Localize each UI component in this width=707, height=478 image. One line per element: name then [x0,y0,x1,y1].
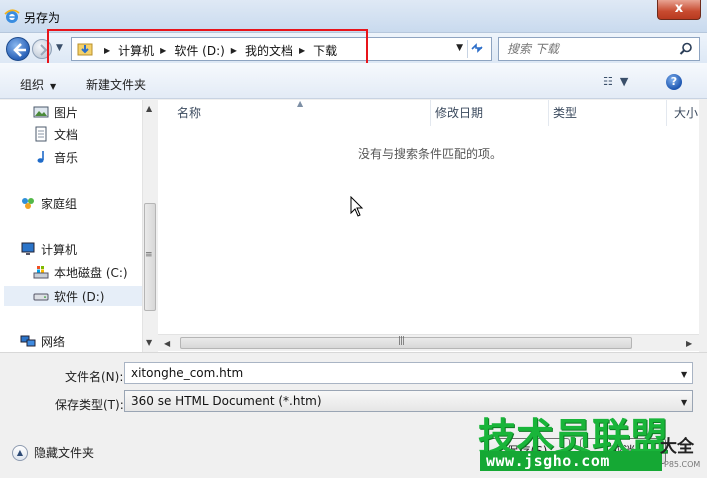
filename-input[interactable] [124,362,693,384]
nav-item-drive-d[interactable]: 软件 (D:) [4,286,142,306]
save-type-dropdown-icon[interactable]: ▼ [681,398,687,407]
nav-item-label: 计算机 [41,242,78,257]
nav-item-label: 软件 (D:) [54,289,105,304]
address-bar[interactable]: ▶ 计算机 ▶ 软件 (D:) ▶ 我的文档 ▶ 下载 ▼ [71,37,492,61]
new-folder-button[interactable]: 新建文件夹 [86,76,146,93]
sort-ascending-icon: ▲ [297,99,304,108]
back-arrow-icon [13,43,26,57]
breadcrumb-separator-icon[interactable]: ▶ [104,46,110,55]
watermark-small-text: P85.COM [664,460,701,469]
breadcrumb: ▶ 计算机 ▶ 软件 (D:) ▶ 我的文档 ▶ 下载 [98,42,337,59]
search-box[interactable] [498,37,700,61]
horizontal-scroll-thumb[interactable] [180,337,632,349]
nav-item-label: 图片 [54,105,79,120]
watermark-url: www.jsgho.com [486,452,610,470]
nav-item-label: 家庭组 [41,196,78,211]
scroll-grip-icon: ≡ [145,250,153,260]
nav-item-network[interactable]: 网络 [20,331,65,351]
breadcrumb-separator-icon[interactable]: ▶ [160,46,166,55]
window-title: 另存为 [24,11,61,25]
breadcrumb-my-documents[interactable]: 我的文档 [245,42,293,59]
chevron-up-icon: ▲ [12,444,28,461]
network-icon [20,335,36,347]
column-size[interactable]: 大小 [674,104,698,121]
scroll-up-icon[interactable]: ▲ [146,104,152,113]
refresh-button[interactable] [467,40,489,58]
column-name[interactable]: 名称 [177,104,201,121]
watermark-side-text: 大全 [660,437,694,457]
organize-label: 组织 [20,78,45,92]
back-button[interactable] [6,37,30,61]
filename-label: 文件名(N): [65,370,124,384]
navigation-bar: ▼ ▶ 计算机 ▶ 软件 (D:) ▶ 我的文档 ▶ 下载 ▼ [0,33,707,63]
hide-folders-label: 隐藏文件夹 [34,446,95,460]
column-divider[interactable] [430,100,431,126]
nav-item-documents[interactable]: 文档 [33,124,78,144]
view-options-button[interactable]: ☷ ▼ [603,75,628,88]
ie-icon [4,9,20,23]
empty-message: 没有与搜索条件匹配的项。 [358,147,503,161]
chevron-down-icon: ▼ [50,82,57,91]
nav-item-label: 网络 [41,334,66,349]
breadcrumb-separator-icon[interactable]: ▶ [299,46,305,55]
command-bar: 组织 ▼ 新建文件夹 ☷ ▼ ? [0,63,707,99]
scroll-right-icon[interactable]: ▶ [686,339,692,348]
forward-arrow-icon [40,44,48,56]
column-type[interactable]: 类型 [553,104,577,121]
forward-button[interactable] [32,39,52,59]
picture-icon [33,106,49,118]
homegroup-icon [22,198,34,209]
file-list: 名称 修改日期 类型 大小 [158,100,699,352]
document-icon [35,126,47,142]
navigation-pane: 图片 文档 音乐 家庭组 计算机 本地磁盘 (C:) 软件 (D:) 网络 [0,100,158,352]
breadcrumb-drive-d[interactable]: 软件 (D:) [174,42,224,59]
nav-item-music[interactable]: 音乐 [33,147,78,167]
drive-c-icon [33,266,49,279]
column-modified[interactable]: 修改日期 [435,104,483,121]
title-bar: 另存为 x [0,0,707,33]
search-icon[interactable] [679,42,693,56]
filename-dropdown-icon[interactable]: ▼ [681,370,687,379]
music-icon [37,151,44,163]
scroll-grip-icon: ||| [398,336,405,346]
nav-item-drive-c[interactable]: 本地磁盘 (C:) [33,262,128,282]
computer-icon [21,242,35,255]
refresh-icon [471,43,483,53]
close-button[interactable]: x [657,0,701,20]
mouse-cursor-icon [350,196,364,217]
nav-item-label: 文档 [54,127,79,142]
nav-item-computer[interactable]: 计算机 [20,239,77,259]
nav-item-homegroup[interactable]: 家庭组 [20,193,77,213]
hide-folders-toggle[interactable]: ▲ 隐藏文件夹 [12,444,94,461]
nav-item-label: 本地磁盘 (C:) [54,265,128,280]
search-input[interactable] [507,41,672,57]
downloads-folder-icon [77,43,93,56]
breadcrumb-downloads[interactable]: 下载 [313,42,337,59]
help-icon[interactable]: ? [666,74,682,90]
breadcrumb-separator-icon[interactable]: ▶ [231,46,237,55]
column-divider[interactable] [666,100,667,126]
save-type-label: 保存类型(T): [55,398,124,412]
scroll-left-icon[interactable]: ◀ [164,339,170,348]
column-divider[interactable] [548,100,549,126]
history-dropdown-icon[interactable]: ▼ [56,43,63,53]
drive-d-icon [33,293,49,301]
nav-item-label: 音乐 [54,150,79,165]
address-dropdown-icon[interactable]: ▼ [456,43,463,53]
scroll-down-icon[interactable]: ▼ [146,338,152,347]
nav-item-pictures[interactable]: 图片 [33,102,78,122]
organize-button[interactable]: 组织 ▼ [20,76,56,93]
breadcrumb-computer[interactable]: 计算机 [118,42,154,59]
